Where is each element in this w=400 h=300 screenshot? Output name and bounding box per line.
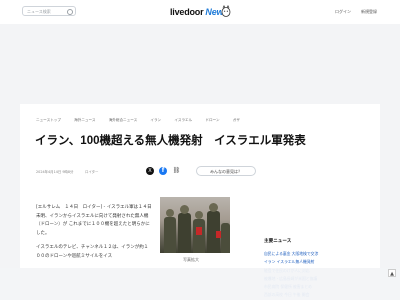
breadcrumb: ニューストップ 海外ニュース 海外総合ニュース イラン イスラエル ドローン ガ… <box>36 118 252 123</box>
article-date: 2024年4月14日 9時8分 <box>36 170 74 174</box>
breadcrumb-item[interactable]: 海外ニュース <box>74 118 95 122</box>
sidebar-title: 主要ニュース <box>264 239 292 244</box>
logo-livedoor: livedoor <box>170 7 204 17</box>
list-item[interactable]: 自民による裏金 大阪地検で交渉 <box>264 250 364 258</box>
article-paragraph: [エルサレム １４日 ロイター] - イスラエル軍は１４日未明、イランからイスラ… <box>36 205 152 236</box>
copy-link-icon[interactable]: ⛓ <box>172 167 181 175</box>
mascot-icon <box>221 5 231 17</box>
opinion-button[interactable]: みんなの意見は？ <box>196 166 256 176</box>
article-photo[interactable] <box>160 197 230 253</box>
photo-caption[interactable]: 写真拡大 <box>183 257 199 263</box>
article-title: イラン、100機超える無人機発射 イスラエル軍発表 <box>35 135 306 147</box>
article-paragraph: イスラエルのテレビ、チャンネル１２は、イランが約１００のドローンや巡航ミサイルを… <box>36 245 149 259</box>
site-logo[interactable]: livedoor News <box>170 6 228 18</box>
register-link[interactable]: 新規登録 <box>361 9 377 15</box>
list-item[interactable]: イラン イスラエル無人機発射 <box>264 258 364 266</box>
breadcrumb-item[interactable]: ドローン <box>205 118 219 122</box>
bottom-overlay <box>0 268 400 300</box>
article-source[interactable]: ロイター <box>85 169 98 174</box>
top-navigation-bar: ニュース検索 livedoor News ログイン 新規登録 <box>0 0 400 25</box>
search-input[interactable]: ニュース検索 <box>22 6 76 16</box>
breadcrumb-item[interactable]: イラン <box>150 118 161 122</box>
search-placeholder: ニュース検索 <box>27 9 51 14</box>
scroll-top-button[interactable]: ▲ <box>388 269 396 277</box>
breadcrumb-item[interactable]: ガザ <box>233 118 240 122</box>
breadcrumb-item[interactable]: イスラエル <box>174 118 192 122</box>
share-facebook-icon[interactable]: f <box>159 167 167 175</box>
breadcrumb-item[interactable]: 海外総合ニュース <box>109 118 138 122</box>
ad-space <box>0 24 400 104</box>
share-x-icon[interactable]: X <box>146 167 154 175</box>
breadcrumb-item[interactable]: ニューストップ <box>36 118 61 122</box>
login-link[interactable]: ログイン <box>335 9 351 15</box>
search-icon[interactable] <box>67 9 73 15</box>
